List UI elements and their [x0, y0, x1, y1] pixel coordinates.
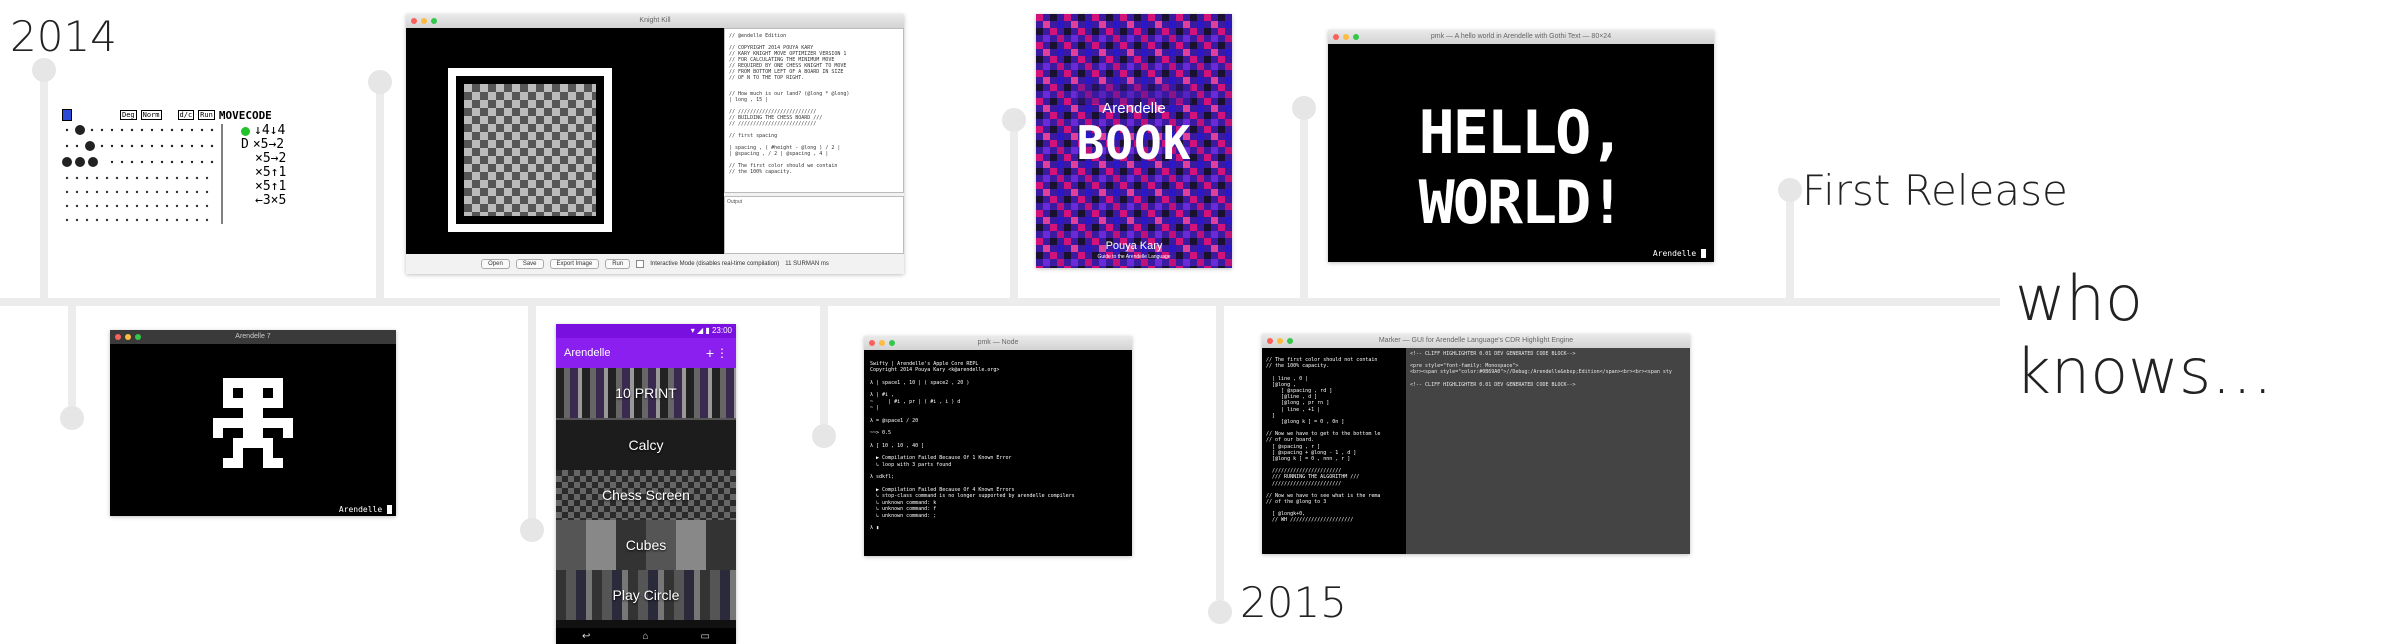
marker-source-pane[interactable]: // The first color should not contain// … [1262, 348, 1406, 554]
list-item-play-circle[interactable]: Play Circle [556, 570, 736, 620]
android-app-screen: ▾ ◢ ▮ 23:00 Arendelle + ⋮ 10 PRINT Calcy… [556, 324, 736, 644]
node-book [1002, 108, 1026, 132]
book-brand: Arendelle [1102, 100, 1166, 117]
run-button[interactable]: Run [198, 110, 215, 120]
branch-knight [376, 82, 384, 300]
status-text: 11 SURMAN ms [785, 261, 829, 267]
repl-titlebar: pmk — Node [864, 336, 1132, 350]
cursor-icon [387, 505, 392, 514]
node-android [520, 518, 544, 542]
cmd-0: ↓4↓4 [254, 123, 286, 138]
branch-repl [820, 300, 828, 430]
hello-footer: Arendelle [1653, 249, 1706, 258]
interactive-mode-label: Interactive Mode (disables real-time com… [650, 261, 780, 267]
robot-footer: Arendelle [339, 505, 392, 514]
norm-button[interactable]: Norm [140, 110, 162, 120]
dot-grid [62, 124, 223, 224]
add-icon[interactable]: + [706, 338, 714, 368]
list-item-10-print[interactable]: 10 PRINT [556, 368, 736, 418]
list-item-calcy[interactable]: Calcy [556, 418, 736, 470]
robot-window: Arendelle 7 Arendelle [110, 330, 396, 516]
app-bar: Arendelle + ⋮ [556, 338, 736, 368]
signal-icon: ◢ [696, 326, 704, 335]
cmd-2: ×5→2 [255, 151, 287, 166]
knight-ide-window: Knight Kill // @endelle Edition // COPYR… [406, 14, 904, 274]
clock: 23:00 [711, 326, 732, 335]
label-2014: 2014 [10, 12, 117, 61]
book-cover: Arendelle BOOK Pouya Kary Guide to the A… [1036, 14, 1232, 268]
robot-titlebar: Arendelle 7 [110, 330, 396, 344]
back-icon[interactable]: ↩ [582, 631, 590, 642]
robot-sprite [213, 378, 293, 468]
export-image-button[interactable]: Export Image [549, 259, 600, 269]
node-knight [368, 70, 392, 94]
list-item-chess-screen[interactable]: Chess Screen [556, 470, 736, 520]
interactive-checkbox[interactable] [636, 260, 645, 268]
app-title: Arendelle [564, 347, 611, 359]
green-dot-icon [241, 126, 250, 136]
home-icon[interactable]: ⌂ [642, 631, 648, 642]
marker-titlebar: Marker — GUI for Arendelle Language's CD… [1262, 334, 1690, 348]
code-editor[interactable]: // @endelle Edition // COPYRIGHT 2014 PO… [724, 28, 904, 193]
code-line: // the 100% capacity. [729, 169, 793, 175]
wifi-icon: ▾ [690, 326, 695, 335]
side-letter: D [241, 137, 249, 152]
chess-canvas [406, 28, 724, 254]
output-label: Output [727, 199, 743, 205]
branch-robot [68, 300, 76, 410]
node-hello [1292, 96, 1316, 120]
deg-button[interactable]: Deg [120, 110, 137, 120]
dc-button[interactable]: d/c [177, 110, 195, 120]
blue-square-icon [62, 109, 72, 121]
list-item-cubes[interactable]: Cubes [556, 520, 736, 570]
repl-output: Swifty | Arendelle's Apple Core REPL Copy… [864, 350, 1132, 549]
hello-text: HELLO, WORLD! [1418, 98, 1626, 238]
cmd-5: ←3×5 [255, 193, 287, 208]
save-button[interactable]: Save [515, 259, 544, 269]
cmd-1: ×5→2 [252, 137, 285, 152]
label-who-knows: who knows… [2015, 262, 2274, 408]
node-repl [812, 424, 836, 448]
book-title: BOOK [1076, 116, 1192, 170]
hello-terminal-window: pmk — A hello world in Arendelle with Go… [1328, 30, 1714, 262]
knight-toolbar: Open Save Export Image Run Interactive M… [406, 254, 904, 274]
branch-hello [1300, 108, 1308, 300]
label-first-release: First Release [1802, 166, 2068, 215]
app-list: 10 PRINT Calcy Chess Screen Cubes Play C… [556, 368, 736, 620]
branch-2015 [1216, 300, 1224, 600]
hello-titlebar: pmk — A hello world in Arendelle with Go… [1328, 30, 1714, 44]
node-2014 [32, 58, 56, 82]
run-button[interactable]: Run [605, 259, 631, 269]
book-author: Pouya Kary [1105, 240, 1163, 252]
overflow-menu-icon[interactable]: ⋮ [716, 338, 728, 368]
label-2015: 2015 [1240, 578, 1347, 627]
cmd-3: ×5↑1 [255, 165, 287, 180]
repl-terminal-window: pmk — Node Swifty | Arendelle's Apple Co… [864, 336, 1132, 556]
branch-android [528, 300, 536, 522]
marker-output-pane[interactable]: <!-- CLIFF HIGHLIGHTER 0.01 DEV GENERATE… [1406, 348, 1690, 554]
open-button[interactable]: Open [481, 259, 510, 269]
movecode-header: MOVECODE [218, 108, 272, 122]
book-subtitle: Guide to the Arendelle Language [1097, 254, 1171, 260]
cmd-4: ×5↑1 [255, 179, 287, 194]
status-bar: ▾ ◢ ▮ 23:00 [556, 324, 736, 338]
recents-icon[interactable]: ▭ [701, 631, 710, 642]
node-robot [60, 406, 84, 430]
marker-window: Marker — GUI for Arendelle Language's CD… [1262, 334, 1690, 554]
branch-2014 [40, 70, 48, 300]
battery-icon: ▮ [705, 326, 710, 335]
movecode-screenshot: Deg Norm d/c Run MOVECODE ↓4↓4 D ×5→2 ×5… [62, 108, 302, 228]
node-first-release [1778, 178, 1802, 202]
branch-book [1010, 120, 1018, 300]
knight-titlebar: Knight Kill [406, 14, 904, 28]
repl-line: λ ▮ [870, 525, 880, 531]
nav-bar: ↩ ⌂ ▭ [556, 628, 736, 644]
branch-first-release [1786, 190, 1794, 300]
timeline-axis [0, 298, 2000, 306]
output-panel: Output [724, 196, 904, 254]
node-2015 [1208, 600, 1232, 624]
cursor-icon [1701, 249, 1706, 258]
